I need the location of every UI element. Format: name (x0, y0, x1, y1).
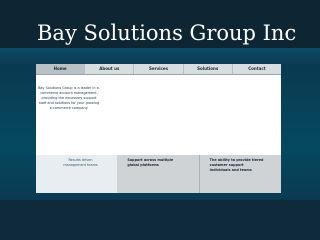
main-nav: Home About us Services Solutions Contact (36, 64, 281, 75)
feature-box-support: The ability to provide tiered customer s… (199, 155, 281, 193)
nav-item-about-us[interactable]: About us (85, 64, 135, 74)
nav-item-home[interactable]: Home (36, 64, 86, 74)
feature-text-management: Results driven management teams (63, 158, 98, 167)
feature-boxes: Results driven management teams Support … (36, 155, 281, 193)
nav-item-services[interactable]: Services (134, 64, 184, 74)
feature-box-platforms: Support across multiple global platforms (117, 155, 200, 193)
intro-paragraph: Bay Solutions Group is a leader in e-com… (38, 86, 100, 110)
feature-text-platforms: Support across multiple global platforms (127, 158, 174, 167)
site-title: Bay Solutions Group Inc (37, 21, 297, 46)
feature-box-management: Results driven management teams (36, 155, 118, 193)
nav-item-solutions[interactable]: Solutions (184, 64, 233, 74)
main-content: Bay Solutions Group is a leader in e-com… (36, 75, 281, 156)
nav-item-contact[interactable]: Contact (233, 64, 281, 74)
feature-text-support: The ability to provide tiered customer s… (209, 158, 264, 172)
